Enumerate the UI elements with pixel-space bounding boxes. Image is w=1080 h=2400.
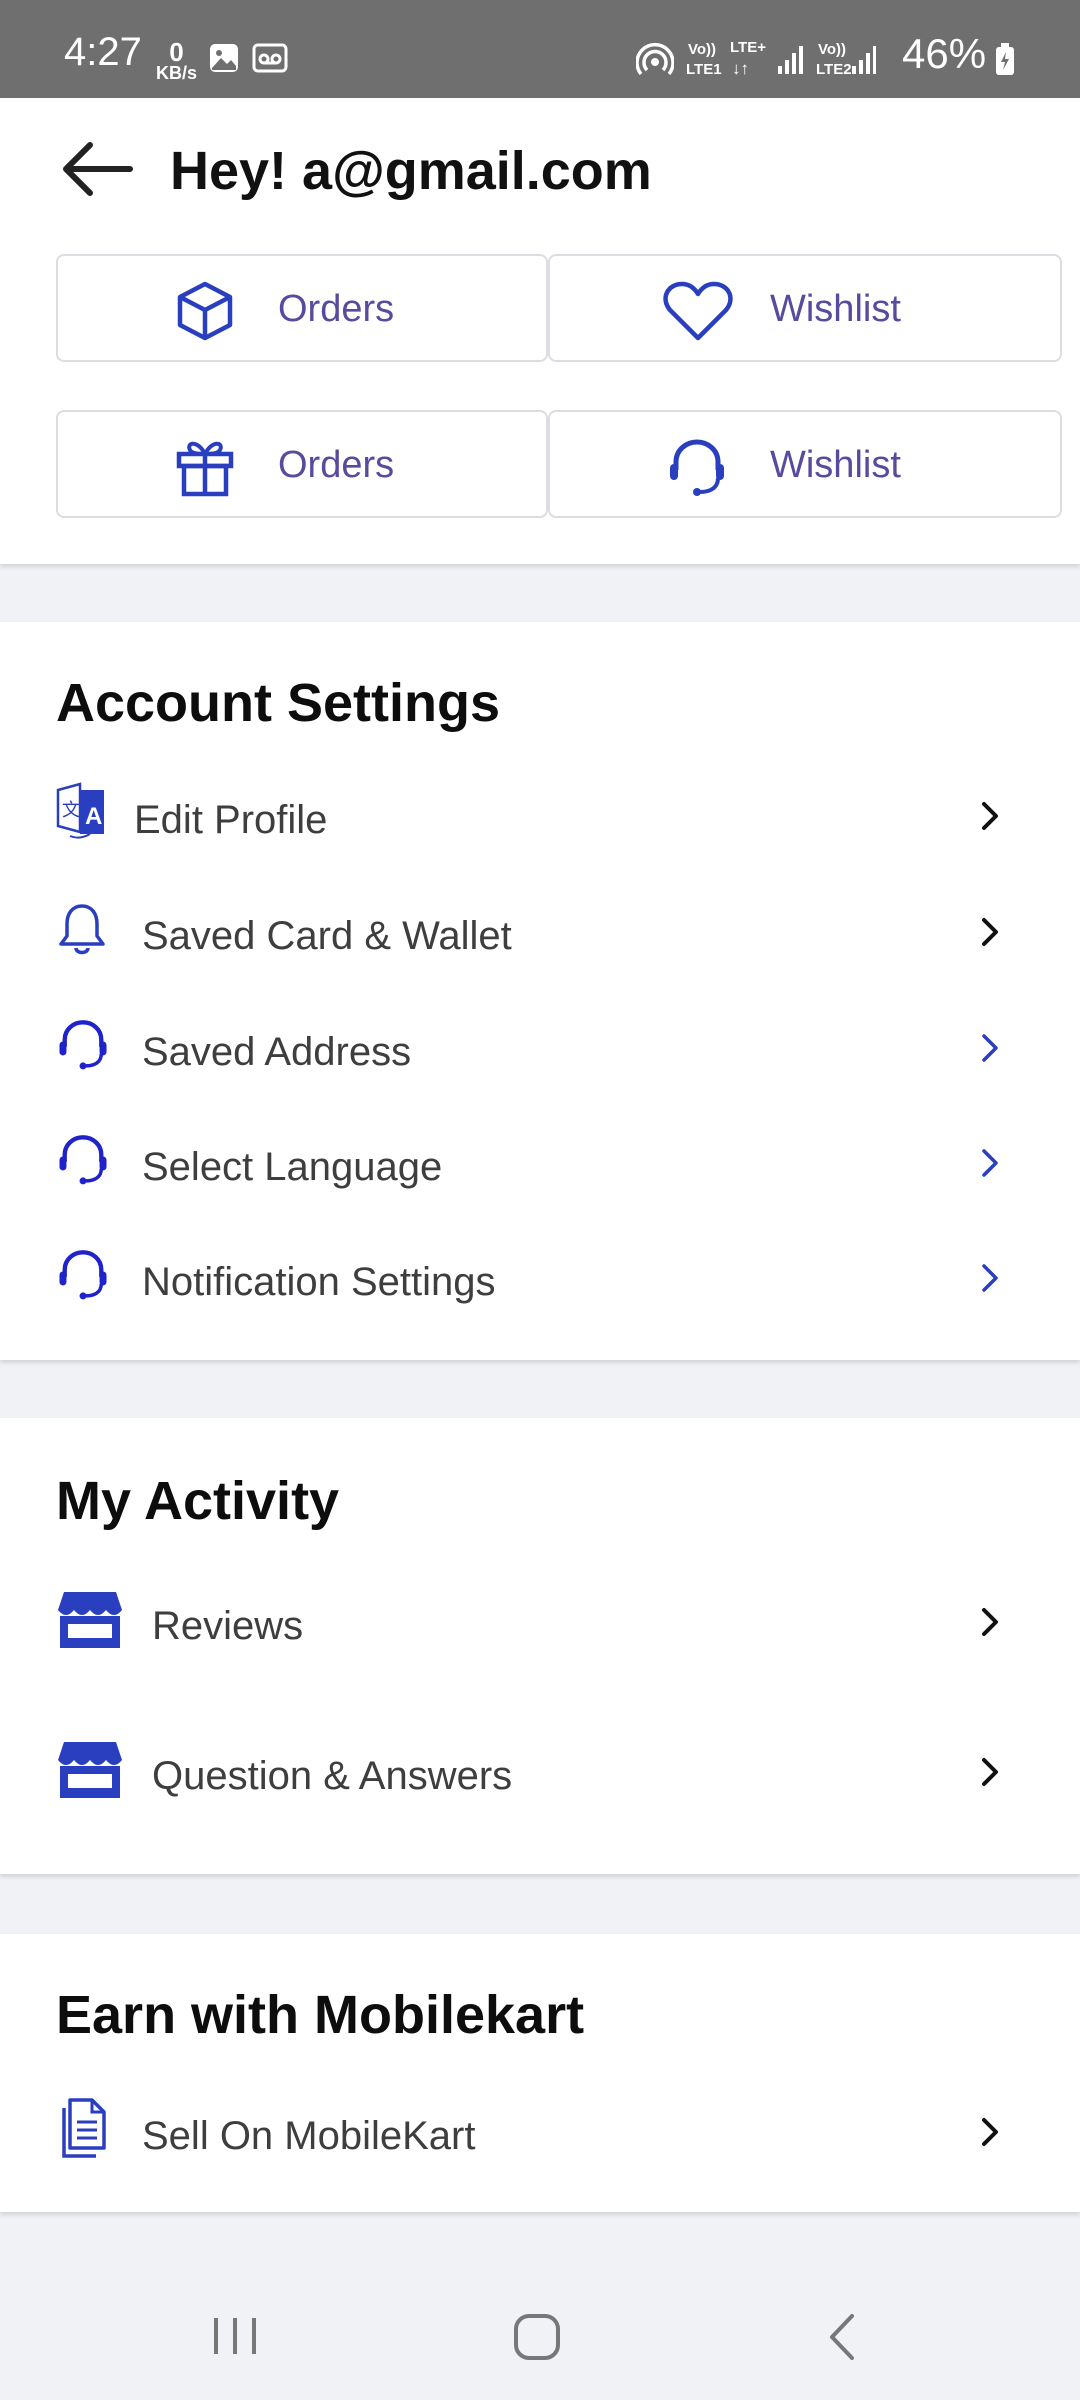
battery-icon xyxy=(996,43,1014,75)
svg-text:LTE2: LTE2 xyxy=(816,61,852,78)
gift-icon xyxy=(176,441,234,497)
chevron-right-icon xyxy=(982,1758,998,1786)
bell-icon xyxy=(59,904,105,955)
wishlist-support-button[interactable]: Wishlist xyxy=(548,410,1062,518)
account-settings-section: Account Settings A 文 Edit Profile Saved … xyxy=(0,622,1080,1360)
signal-icons: Vo)) LTE1 LTE+ ↓↑ Vo)) LTE2 xyxy=(686,39,876,78)
heart-icon xyxy=(663,281,733,341)
back-nav-icon[interactable] xyxy=(822,2312,862,2362)
net-speed-unit: KB/s xyxy=(156,63,198,83)
back-arrow-icon[interactable] xyxy=(60,140,134,198)
headset-icon xyxy=(59,1135,107,1185)
net-speed: 0 KB/s xyxy=(156,37,198,83)
orders-gift-button[interactable]: Orders xyxy=(56,410,548,518)
svg-text:文: 文 xyxy=(62,800,80,821)
header-card: Hey! a@gmail.com Orders Wishlist Orders xyxy=(0,98,1080,564)
store-icon xyxy=(58,1592,122,1648)
headset-icon xyxy=(59,1250,107,1300)
reviews-label: Reviews xyxy=(152,1604,304,1648)
status-bar: 4:27 0 KB/s Vo)) LTE1 LTE+ ↓↑ Vo)) LTE2 … xyxy=(0,0,1080,98)
home-icon[interactable] xyxy=(512,2312,562,2362)
recent-apps-icon[interactable] xyxy=(210,2314,260,2358)
image-icon xyxy=(210,44,238,72)
saved-address-label: Saved Address xyxy=(142,1030,412,1074)
net-speed-value: 0 xyxy=(169,37,184,67)
svg-text:A: A xyxy=(85,803,102,830)
wishlist-button[interactable]: Wishlist xyxy=(548,254,1062,362)
select-language-label: Select Language xyxy=(142,1145,443,1189)
svg-text:LTE+: LTE+ xyxy=(730,39,766,56)
notification-settings-row[interactable]: Notification Settings xyxy=(0,1234,1080,1330)
headset-icon xyxy=(59,1020,107,1070)
earn-section: Earn with Mobilekart Sell On MobileKart xyxy=(0,1934,1080,2212)
status-time: 4:27 xyxy=(64,30,142,74)
chevron-right-icon xyxy=(982,1149,998,1177)
select-language-row[interactable]: Select Language xyxy=(0,1119,1080,1215)
document-icon xyxy=(62,2098,106,2158)
edit-profile-label: Edit Profile xyxy=(134,798,328,842)
my-activity-section: My Activity Reviews Question & Answers xyxy=(0,1418,1080,1874)
reviews-row[interactable]: Reviews xyxy=(0,1578,1080,1674)
sell-on-mobilekart-label: Sell On MobileKart xyxy=(142,2114,476,2158)
chevron-right-icon xyxy=(982,1264,998,1292)
saved-card-wallet-row[interactable]: Saved Card & Wallet xyxy=(0,888,1080,984)
saved-card-wallet-label: Saved Card & Wallet xyxy=(142,914,512,958)
my-activity-title: My Activity xyxy=(56,1471,340,1531)
earn-title: Earn with Mobilekart xyxy=(56,1985,585,2045)
edit-profile-row[interactable]: A 文 Edit Profile xyxy=(0,772,1080,868)
sell-on-mobilekart-row[interactable]: Sell On MobileKart xyxy=(0,2088,1080,2184)
page-title: Hey! a@gmail.com xyxy=(170,141,652,201)
headset-icon xyxy=(670,439,724,496)
chevron-right-icon xyxy=(982,2118,998,2146)
wishlist-support-label: Wishlist xyxy=(770,444,901,486)
svg-text:LTE1: LTE1 xyxy=(686,61,722,78)
orders-gift-label: Orders xyxy=(278,444,395,486)
question-answers-row[interactable]: Question & Answers xyxy=(0,1728,1080,1824)
hotspot-icon xyxy=(636,43,674,76)
chevron-right-icon xyxy=(982,802,998,830)
svg-text:↓↑: ↓↑ xyxy=(732,59,749,78)
account-settings-title: Account Settings xyxy=(56,673,501,733)
chevron-right-icon xyxy=(982,1608,998,1636)
chevron-right-icon xyxy=(982,1034,998,1062)
svg-text:Vo)): Vo)) xyxy=(688,41,716,58)
system-nav-bar xyxy=(0,2232,1080,2400)
saved-address-row[interactable]: Saved Address xyxy=(0,1004,1080,1100)
notification-settings-label: Notification Settings xyxy=(142,1260,496,1304)
svg-text:Vo)): Vo)) xyxy=(818,41,846,58)
voicemail-icon xyxy=(252,43,288,73)
chevron-right-icon xyxy=(982,918,998,946)
translate-icon: A 文 xyxy=(56,782,104,839)
battery-level: 46% xyxy=(902,30,987,77)
box-icon xyxy=(177,281,233,341)
wishlist-label: Wishlist xyxy=(770,288,901,330)
question-answers-label: Question & Answers xyxy=(152,1754,513,1798)
orders-button[interactable]: Orders xyxy=(56,254,548,362)
store-icon xyxy=(58,1742,122,1798)
orders-label: Orders xyxy=(278,288,395,330)
